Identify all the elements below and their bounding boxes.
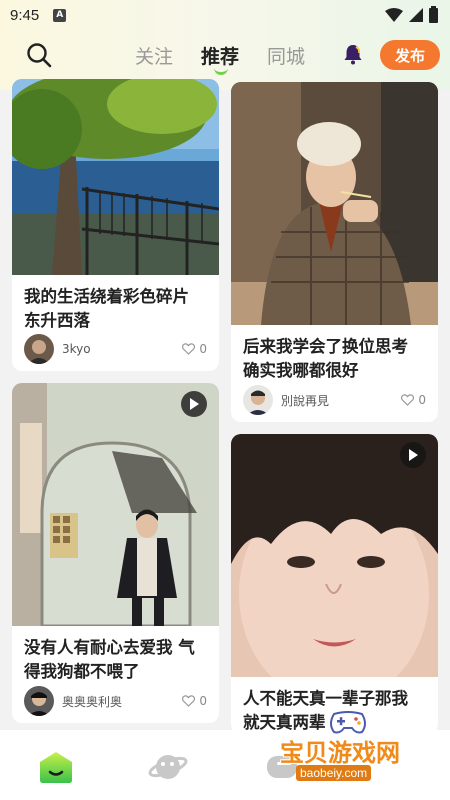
feed-card[interactable]: 我的生活绕着彩色碎片 东升西落 3kyo 0 — [12, 79, 219, 371]
publish-button[interactable]: 发布 — [380, 40, 440, 70]
author-name[interactable]: 奥奥奥利奥 — [62, 693, 122, 710]
heart-icon — [182, 695, 196, 707]
author-name[interactable]: 3kyo — [62, 342, 91, 356]
post-image — [12, 79, 219, 275]
avatar[interactable] — [243, 385, 273, 415]
like-count: 0 — [418, 393, 426, 407]
home-icon[interactable] — [38, 750, 74, 784]
status-icons — [385, 5, 438, 23]
video-play-icon[interactable] — [181, 391, 207, 417]
watermark-text: 宝贝游戏网 — [280, 739, 400, 767]
feed-tabs: 关注 推荐 同城 — [135, 42, 305, 75]
bell-icon[interactable] — [342, 43, 364, 65]
status-bar: 9:45 A — [0, 0, 450, 30]
post-meta: 別說再見 0 — [243, 385, 426, 415]
wifi-icon — [385, 8, 403, 22]
notification-icon: A — [53, 8, 67, 22]
feed-card[interactable]: 没有人有耐心去爱我 气 得我狗都不喂了 奥奥奥利奥 0 — [12, 383, 219, 723]
post-title: 我的生活绕着彩色碎片 东升西落 — [24, 287, 189, 330]
author-name[interactable]: 別說再見 — [281, 392, 329, 409]
post-meta: 3kyo 0 — [24, 334, 207, 364]
post-title: 后来我学会了换位思考 确实我哪都很好 — [243, 337, 408, 380]
gamepad-icon — [330, 711, 366, 734]
signal-icon — [409, 8, 423, 22]
feed-card[interactable]: 人不能天真一辈子那我 就天真两辈 — [231, 434, 438, 734]
watermark: 宝贝游戏网 baobeiy.com — [280, 705, 450, 800]
search-icon[interactable] — [26, 42, 52, 68]
post-image — [231, 82, 438, 325]
feed-card[interactable]: 后来我学会了换位思考 确实我哪都很好 別說再見 0 — [231, 82, 438, 422]
post-meta: 奥奥奥利奥 0 — [24, 686, 207, 716]
battery-icon — [429, 5, 438, 23]
planet-icon[interactable] — [148, 750, 188, 784]
post-image — [12, 383, 219, 628]
heart-icon — [401, 394, 415, 406]
post-title: 没有人有耐心去爱我 气 得我狗都不喂了 — [24, 638, 195, 681]
like-button[interactable]: 0 — [182, 342, 207, 356]
watermark-url: baobeiy.com — [296, 765, 372, 781]
top-nav: 关注 推荐 同城 发布 — [0, 34, 450, 75]
video-play-icon[interactable] — [400, 442, 426, 468]
avatar[interactable] — [24, 686, 54, 716]
tab-nearby[interactable]: 同城 — [267, 42, 305, 69]
like-count: 0 — [199, 342, 207, 356]
tab-following[interactable]: 关注 — [135, 42, 173, 69]
avatar[interactable] — [24, 334, 54, 364]
like-button[interactable]: 0 — [401, 393, 426, 407]
like-count: 0 — [199, 694, 207, 708]
post-image — [231, 434, 438, 704]
heart-icon — [182, 343, 196, 355]
status-time: 9:45 — [10, 6, 40, 24]
tab-recommend[interactable]: 推荐 — [201, 42, 239, 75]
like-button[interactable]: 0 — [182, 694, 207, 708]
